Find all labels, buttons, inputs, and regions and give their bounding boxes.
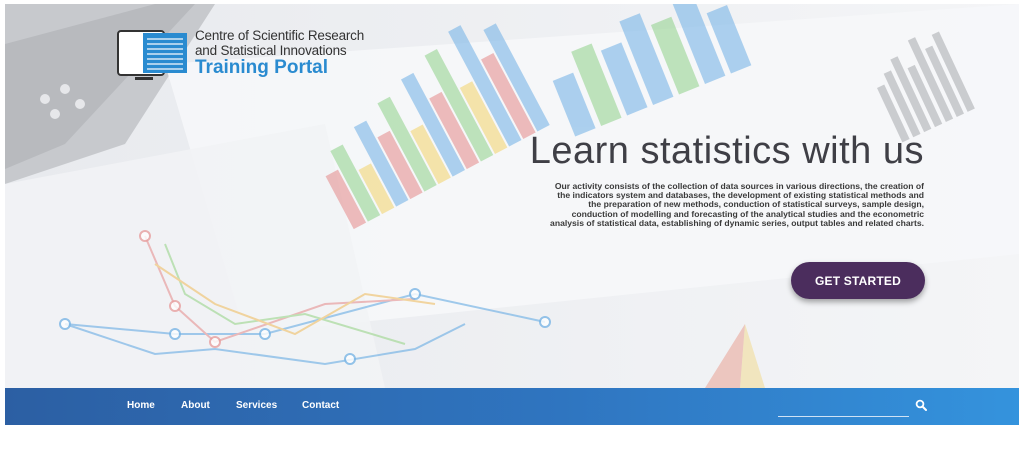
hero-headline: Learn statistics with us [529, 130, 924, 172]
nav-about-link[interactable]: About [181, 400, 210, 411]
site-logo[interactable]: Centre of Scientific Research and Statis… [117, 26, 377, 86]
nav-services-link[interactable]: Services [236, 400, 277, 411]
nav-contact-link[interactable]: Contact [302, 400, 339, 411]
monitor-logo-icon [117, 30, 187, 80]
main-navigation: Home About Services Contact [5, 388, 1019, 425]
logo-line-1: Centre of Scientific Research [195, 28, 365, 43]
logo-text: Centre of Scientific Research and Statis… [195, 28, 364, 78]
logo-portal-name: Training Portal [195, 57, 329, 78]
logo-line-2: and Statistical Innovations [195, 43, 347, 58]
search-icon[interactable] [915, 399, 927, 411]
nav-home-link[interactable]: Home [127, 400, 155, 411]
search-input[interactable] [778, 394, 909, 417]
hero-section: Centre of Scientific Research and Statis… [5, 4, 1019, 388]
get-started-button[interactable]: GET STARTED [791, 262, 925, 299]
hero-description: Our activity consists of the collection … [550, 181, 924, 228]
